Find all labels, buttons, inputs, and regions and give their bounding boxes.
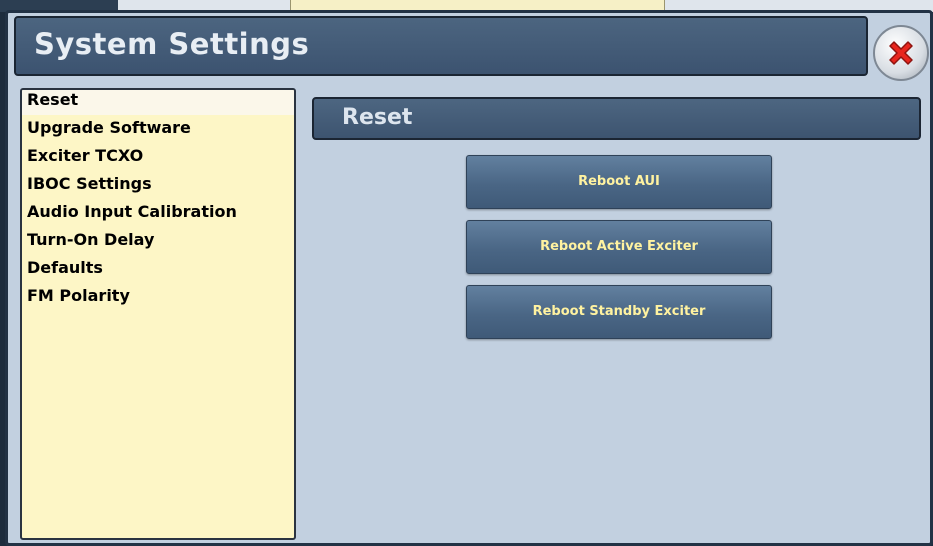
section-title: Reset — [342, 105, 413, 130]
reboot-active-exciter-button[interactable]: Reboot Active Exciter — [466, 220, 772, 274]
sidebar-item-audio-input-calibration[interactable]: Audio Input Calibration — [22, 199, 294, 227]
sidebar-item-exciter-tcxo[interactable]: Exciter TCXO — [22, 143, 294, 171]
sidebar-item-upgrade-software[interactable]: Upgrade Software — [22, 115, 294, 143]
title-bar: System Settings — [14, 16, 868, 76]
settings-sidebar: Reset Upgrade Software Exciter TCXO IBOC… — [20, 88, 296, 540]
section-header: Reset — [312, 97, 921, 140]
close-icon — [889, 41, 913, 65]
sidebar-item-defaults[interactable]: Defaults — [22, 255, 294, 283]
sidebar-item-fm-polarity[interactable]: FM Polarity — [22, 283, 294, 311]
sidebar-item-reset[interactable]: Reset — [22, 90, 294, 115]
sidebar-item-iboc-settings[interactable]: IBOC Settings — [22, 171, 294, 199]
close-button[interactable] — [873, 25, 929, 81]
sidebar-item-turn-on-delay[interactable]: Turn-On Delay — [22, 227, 294, 255]
reboot-standby-exciter-button[interactable]: Reboot Standby Exciter — [466, 285, 772, 339]
window-title: System Settings — [34, 27, 310, 61]
reboot-aui-button[interactable]: Reboot AUI — [466, 155, 772, 209]
